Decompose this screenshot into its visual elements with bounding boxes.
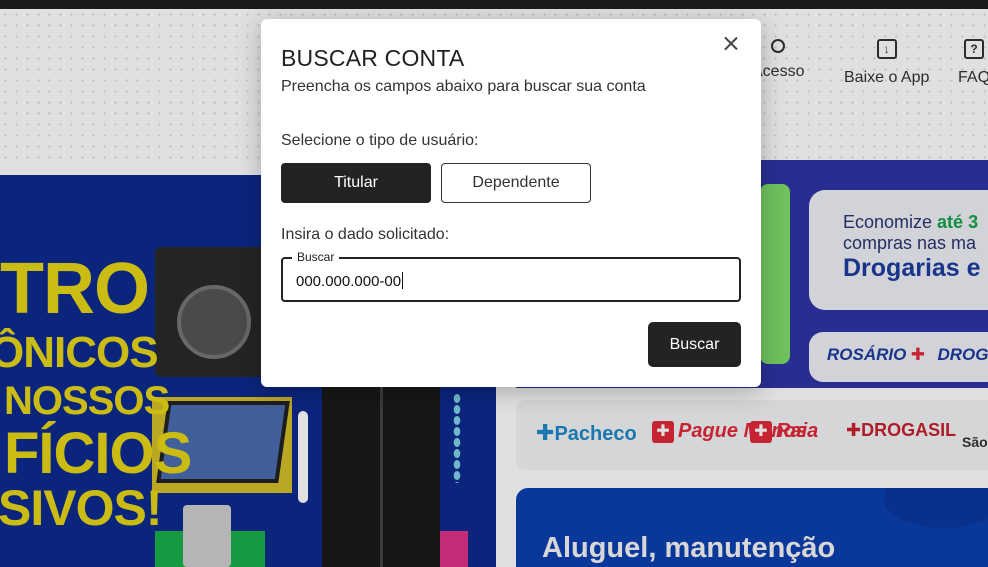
close-icon[interactable] <box>721 34 741 54</box>
dependente-button[interactable]: Dependente <box>441 163 591 203</box>
titular-button[interactable]: Titular <box>281 163 431 203</box>
search-field[interactable]: Buscar 000.000.000-00 <box>281 250 741 302</box>
search-account-modal: BUSCAR CONTA Preencha os campos abaixo p… <box>261 19 761 387</box>
search-input[interactable]: 000.000.000-00 <box>296 272 404 290</box>
text-caret <box>402 272 404 289</box>
data-input-label: Insira o dado solicitado: <box>281 226 450 243</box>
search-field-legend: Buscar <box>292 250 340 264</box>
search-input-value: 000.000.000-00 <box>296 273 402 290</box>
search-submit-button[interactable]: Buscar <box>648 322 741 367</box>
user-type-label: Selecione o tipo de usuário: <box>281 132 479 149</box>
modal-title: BUSCAR CONTA <box>281 45 465 71</box>
modal-subtitle: Preencha os campos abaixo para buscar su… <box>281 78 646 95</box>
